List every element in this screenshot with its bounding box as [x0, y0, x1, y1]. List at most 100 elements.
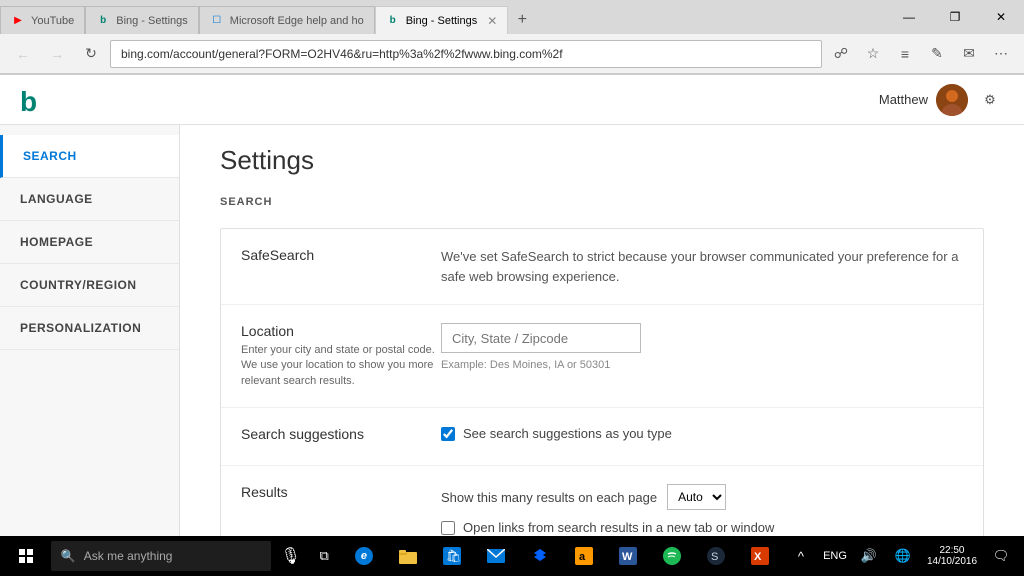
- web-notes-icon[interactable]: ✎: [922, 40, 952, 68]
- taskbar-edge-icon[interactable]: e: [344, 536, 384, 576]
- location-example: Example: Des Moines, IA or 50301: [441, 359, 963, 371]
- youtube-favicon: ▶: [11, 14, 25, 28]
- sidebar: SEARCH LANGUAGE HOMEPAGE COUNTRY/REGION …: [0, 125, 180, 536]
- safesearch-title: SafeSearch: [241, 247, 441, 263]
- bing-logo: b: [20, 84, 44, 116]
- results-per-page-row: Show this many results on each page Auto…: [441, 484, 963, 510]
- tab-youtube[interactable]: ▶ YouTube: [0, 6, 85, 34]
- taskbar-mail-icon[interactable]: [476, 536, 516, 576]
- open-links-label: Open links from search results in a new …: [463, 520, 774, 535]
- suggestions-checkbox-row: See search suggestions as you type: [441, 426, 963, 441]
- safesearch-row: SafeSearch We've set SafeSearch to stric…: [221, 229, 983, 305]
- taskbar-explorer-icon[interactable]: [388, 536, 428, 576]
- page-title: Settings: [220, 145, 984, 176]
- bing-favicon-2: b: [386, 14, 400, 28]
- start-button[interactable]: [8, 536, 45, 576]
- taskbar-word-icon[interactable]: W: [608, 536, 648, 576]
- network-icon[interactable]: 🌐: [888, 536, 918, 576]
- settings-card-search: SafeSearch We've set SafeSearch to stric…: [220, 228, 984, 536]
- back-button[interactable]: ←: [8, 40, 38, 68]
- search-section-header: SEARCH: [220, 196, 984, 213]
- tab-close-button[interactable]: ✕: [487, 14, 497, 28]
- tab-bing-2-title: Bing - Settings: [406, 15, 478, 27]
- edge-favicon: ☐: [210, 14, 224, 28]
- svg-text:X: X: [754, 551, 762, 563]
- tab-youtube-title: YouTube: [31, 15, 74, 27]
- window-controls: — ❐ ✕: [886, 0, 1024, 34]
- tab-bing-2[interactable]: b Bing - Settings ✕: [375, 6, 509, 34]
- taskbar: 🔍 Ask me anything 🎙 ⧉ e 🛍 a: [0, 536, 1024, 576]
- open-links-checkbox[interactable]: [441, 521, 455, 535]
- safesearch-content: We've set SafeSearch to strict because y…: [441, 247, 963, 286]
- show-results-label: Show this many results on each page: [441, 490, 657, 505]
- page-content: b Matthew ⚙ SEARCH LANGUAGE HOMEPAGE COU…: [0, 75, 1024, 536]
- tab-edge-help[interactable]: ☐ Microsoft Edge help and ho: [199, 6, 375, 34]
- taskbar-search[interactable]: 🔍 Ask me anything: [51, 541, 271, 571]
- tab-bar: ▶ YouTube b Bing - Settings ☐ Microsoft …: [0, 0, 1024, 34]
- clock-time: 22:50: [939, 545, 964, 556]
- share-icon[interactable]: ✉: [954, 40, 984, 68]
- taskbar-right: ^ ENG 🔊 🌐 22:50 14/10/2016 🗨: [786, 536, 1016, 576]
- favorites-icon[interactable]: ☆: [858, 40, 888, 68]
- taskbar-other-icon[interactable]: X: [740, 536, 780, 576]
- taskbar-steam-icon[interactable]: S: [696, 536, 736, 576]
- clock-date: 14/10/2016: [927, 556, 977, 567]
- safesearch-label: SafeSearch: [241, 247, 441, 267]
- location-input[interactable]: [441, 323, 641, 353]
- sidebar-item-search[interactable]: SEARCH: [0, 135, 179, 178]
- open-links-checkbox-row: Open links from search results in a new …: [441, 520, 963, 535]
- location-description: Enter your city and state or postal code…: [241, 343, 441, 389]
- browser-chrome: ▶ YouTube b Bing - Settings ☐ Microsoft …: [0, 0, 1024, 75]
- sidebar-item-language[interactable]: LANGUAGE: [0, 178, 179, 221]
- sidebar-item-personalization[interactable]: PERSONALIZATION: [0, 307, 179, 350]
- taskbar-apps: e 🛍 a W S: [344, 536, 780, 576]
- refresh-button[interactable]: ↻: [76, 40, 106, 68]
- suggestions-checkbox[interactable]: [441, 427, 455, 441]
- tab-bing-1[interactable]: b Bing - Settings: [85, 6, 199, 34]
- results-row: Results Show this many results on each p…: [221, 466, 983, 536]
- address-input[interactable]: [110, 40, 822, 68]
- settings-main-content: Settings SEARCH SafeSearch We've set Saf…: [180, 125, 1024, 536]
- taskbar-mic-icon[interactable]: 🎙: [277, 536, 305, 576]
- volume-icon[interactable]: 🔊: [854, 536, 884, 576]
- main-layout: SEARCH LANGUAGE HOMEPAGE COUNTRY/REGION …: [0, 125, 1024, 536]
- taskbar-spotify-icon[interactable]: [652, 536, 692, 576]
- taskbar-clock[interactable]: 22:50 14/10/2016: [922, 545, 982, 567]
- windows-logo-icon: [19, 549, 33, 563]
- edge-logo: e: [355, 547, 373, 565]
- reading-view-icon[interactable]: ☍: [826, 40, 856, 68]
- suggestions-content: See search suggestions as you type: [441, 426, 963, 447]
- svg-text:🛍: 🛍: [446, 549, 461, 563]
- close-button[interactable]: ✕: [978, 0, 1024, 34]
- action-center-icon[interactable]: 🗨: [986, 536, 1016, 576]
- user-name: Matthew: [879, 92, 928, 107]
- tab-edge-title: Microsoft Edge help and ho: [230, 15, 364, 27]
- sidebar-item-homepage[interactable]: HOMEPAGE: [0, 221, 179, 264]
- bing-header: b Matthew ⚙: [0, 75, 1024, 125]
- taskbar-search-text: Ask me anything: [84, 549, 173, 563]
- language-icon[interactable]: ENG: [820, 536, 850, 576]
- results-title: Results: [241, 484, 441, 500]
- new-tab-button[interactable]: +: [508, 6, 536, 34]
- hub-icon[interactable]: ≡: [890, 40, 920, 68]
- svg-text:W: W: [622, 551, 633, 563]
- taskbar-amazon-icon[interactable]: a: [564, 536, 604, 576]
- maximize-button[interactable]: ❐: [932, 0, 978, 34]
- more-button[interactable]: ⋯: [986, 40, 1016, 68]
- location-title: Location: [241, 323, 441, 339]
- taskbar-store-icon[interactable]: 🛍: [432, 536, 472, 576]
- results-per-page-select[interactable]: Auto 10 20 30 50: [667, 484, 726, 510]
- toolbar-icons: ☍ ☆ ≡ ✎ ✉ ⋯: [826, 40, 1016, 68]
- bing-favicon-1: b: [96, 14, 110, 28]
- sidebar-item-country-region[interactable]: COUNTRY/REGION: [0, 264, 179, 307]
- address-bar-row: ← → ↻ ☍ ☆ ≡ ✎ ✉ ⋯: [0, 34, 1024, 74]
- suggestions-title: Search suggestions: [241, 426, 441, 442]
- settings-gear-icon[interactable]: ⚙: [976, 86, 1004, 114]
- forward-button[interactable]: →: [42, 40, 72, 68]
- minimize-button[interactable]: —: [886, 0, 932, 34]
- taskbar-dropbox-icon[interactable]: [520, 536, 560, 576]
- task-view-icon[interactable]: ⧉: [310, 536, 338, 576]
- safesearch-description: We've set SafeSearch to strict because y…: [441, 247, 963, 286]
- location-row: Location Enter your city and state or po…: [221, 305, 983, 408]
- notification-chevron-icon[interactable]: ^: [786, 536, 816, 576]
